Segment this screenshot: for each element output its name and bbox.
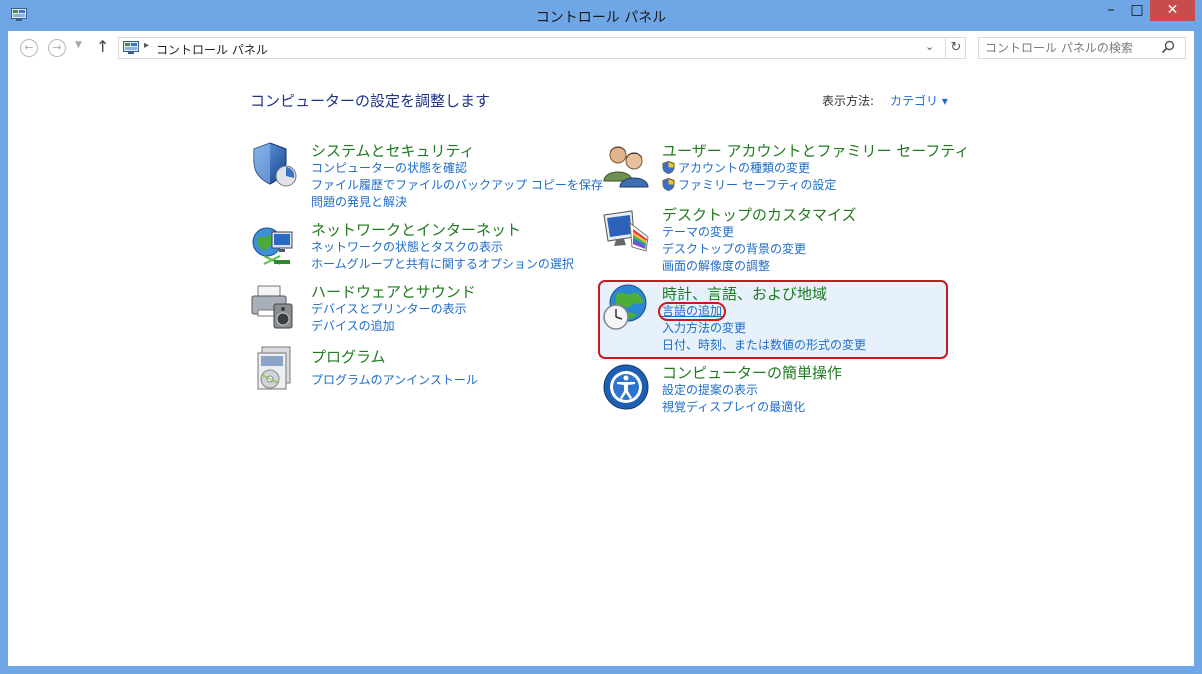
- link-change-date-format[interactable]: 日付、時刻、または数値の形式の変更: [662, 336, 866, 353]
- category-title-system-security[interactable]: システムとセキュリティ: [311, 140, 475, 161]
- link-troubleshoot[interactable]: 問題の発見と解決: [311, 193, 407, 210]
- link-homegroup[interactable]: ホームグループと共有に関するオプションの選択: [311, 255, 574, 272]
- category-title-clock-language-region[interactable]: 時計、言語、および地域: [662, 283, 827, 304]
- title-bar[interactable]: コントロール パネル – □ ✕: [0, 0, 1202, 31]
- link-family-safety-label: ファミリー セーフティの設定: [678, 178, 837, 192]
- page-title: コンピューターの設定を調整します: [250, 92, 491, 110]
- forward-arrow-icon[interactable]: →: [48, 39, 66, 57]
- window-title: コントロール パネル: [535, 10, 667, 26]
- back-arrow-icon[interactable]: ←: [20, 39, 38, 57]
- link-network-status[interactable]: ネットワークの状態とタスクの表示: [311, 238, 503, 255]
- navigation-bar: ← → ▼ ↑ ▸ コントロール パネル ⌄ ↻: [8, 31, 1194, 66]
- globe-clock-icon[interactable]: [602, 283, 650, 331]
- recent-locations-chevron-icon[interactable]: ▼: [75, 40, 82, 50]
- window-content: ← → ▼ ↑ ▸ コントロール パネル ⌄ ↻ コントロール パネルの検索 コ…: [8, 31, 1194, 666]
- search-box[interactable]: [978, 37, 1186, 59]
- up-arrow-icon[interactable]: ↑: [96, 37, 109, 56]
- address-dropdown-icon[interactable]: ⌄: [925, 40, 934, 53]
- uac-shield-icon: [662, 178, 675, 191]
- category-title-network-internet[interactable]: ネットワークとインターネット: [311, 219, 521, 240]
- link-change-theme[interactable]: テーマの変更: [662, 223, 734, 240]
- category-title-user-accounts[interactable]: ユーザー アカウントとファミリー セーフティ: [662, 140, 969, 161]
- category-title-desktop-customization[interactable]: デスクトップのカスタマイズ: [662, 204, 857, 225]
- users-icon[interactable]: [602, 141, 650, 189]
- address-bar[interactable]: ▸ コントロール パネル ⌄ ↻: [118, 37, 966, 59]
- maximize-button[interactable]: □: [1124, 0, 1150, 21]
- view-by-dropdown[interactable]: カテゴリ ▾: [890, 92, 948, 109]
- category-title-ease-of-access[interactable]: コンピューターの簡単操作: [662, 362, 842, 383]
- uac-shield-icon: [662, 161, 675, 174]
- link-add-device[interactable]: デバイスの追加: [311, 317, 395, 334]
- link-change-background[interactable]: デスクトップの背景の変更: [662, 240, 806, 257]
- link-suggested-settings[interactable]: 設定の提案の表示: [662, 381, 758, 398]
- shield-icon[interactable]: [250, 140, 298, 188]
- close-button[interactable]: ✕: [1150, 0, 1195, 21]
- link-change-account-type[interactable]: アカウントの種類の変更: [662, 159, 810, 176]
- view-by-label: 表示方法:: [822, 94, 875, 108]
- breadcrumb-separator-icon[interactable]: ▸: [144, 40, 149, 51]
- link-add-language[interactable]: 言語の追加: [662, 302, 722, 319]
- window-frame: コントロール パネル – □ ✕ ← → ▼ ↑ ▸ コントロール パネル ⌄: [0, 0, 1202, 674]
- category-title-hardware-sound[interactable]: ハードウェアとサウンド: [311, 281, 476, 302]
- link-devices-printers[interactable]: デバイスとプリンターの表示: [311, 300, 467, 317]
- network-globe-icon[interactable]: [250, 220, 298, 268]
- control-panel-icon: [123, 41, 139, 54]
- link-adjust-resolution[interactable]: 画面の解像度の調整: [662, 257, 770, 274]
- link-family-safety[interactable]: ファミリー セーフティの設定: [662, 176, 836, 193]
- link-change-input-method[interactable]: 入力方法の変更: [662, 319, 746, 336]
- link-optimize-display[interactable]: 視覚ディスプレイの最適化: [662, 398, 805, 415]
- breadcrumb[interactable]: コントロール パネル: [156, 41, 268, 58]
- link-file-history[interactable]: ファイル履歴でファイルのバックアップ コピーを保存: [311, 176, 603, 193]
- link-check-status[interactable]: コンピューターの状態を確認: [311, 159, 467, 176]
- category-title-programs[interactable]: プログラム: [311, 346, 386, 367]
- link-uninstall-program[interactable]: プログラムのアンインストール: [311, 371, 478, 388]
- minimize-button[interactable]: –: [1098, 0, 1124, 21]
- programs-icon[interactable]: [250, 345, 298, 393]
- refresh-icon[interactable]: ↻: [945, 38, 966, 58]
- search-input[interactable]: [985, 40, 1155, 56]
- desktop-personalize-icon[interactable]: [602, 207, 650, 255]
- link-change-account-type-label: アカウントの種類の変更: [678, 161, 811, 175]
- printer-speaker-icon[interactable]: [250, 282, 298, 330]
- search-icon[interactable]: [1161, 40, 1175, 54]
- ease-of-access-icon[interactable]: [602, 363, 650, 411]
